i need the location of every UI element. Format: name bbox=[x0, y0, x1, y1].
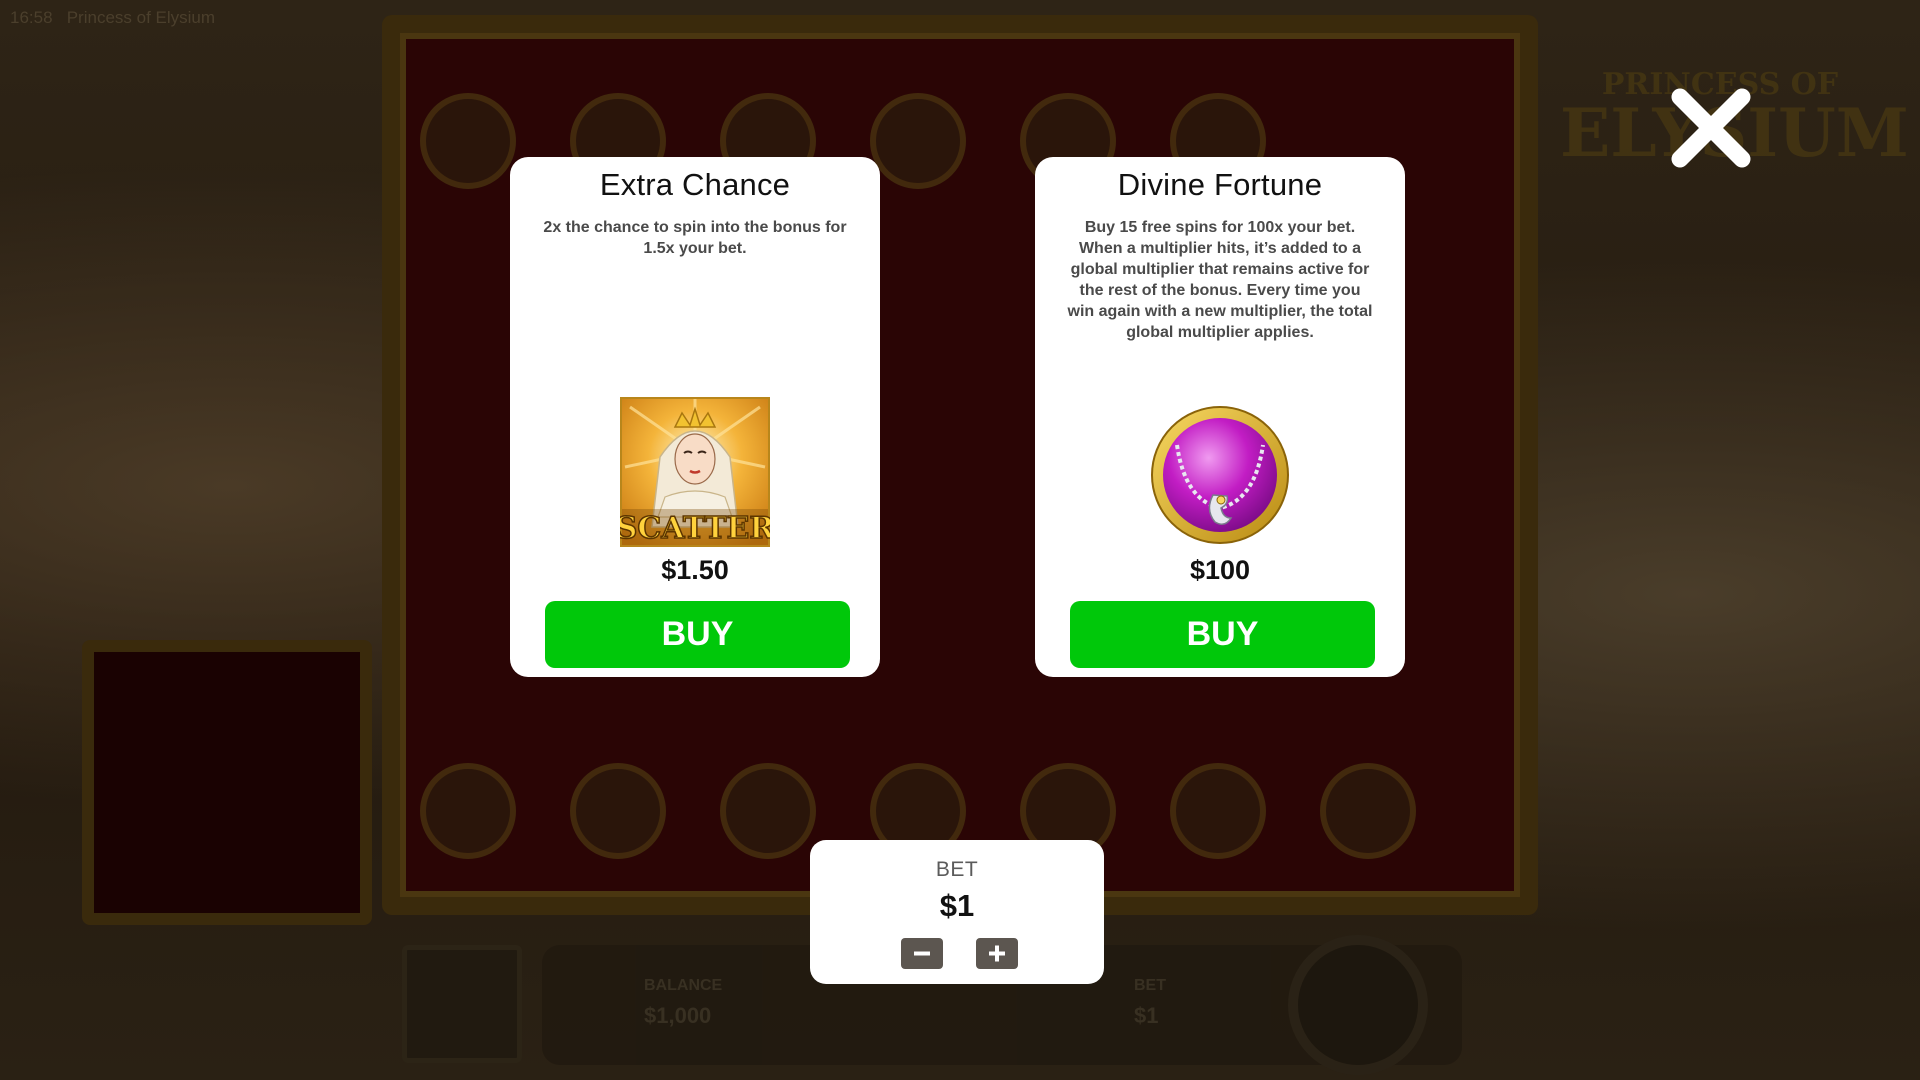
close-button[interactable] bbox=[1668, 85, 1754, 171]
provider-logo-tile bbox=[402, 945, 522, 1063]
card-price: $100 bbox=[1189, 555, 1251, 585]
buy-divine-fortune-button[interactable]: BUY bbox=[1070, 601, 1375, 668]
reel-symbol bbox=[1170, 763, 1266, 859]
bet-panel: BET $1 bbox=[810, 840, 1104, 984]
reel-symbol bbox=[720, 763, 816, 859]
bet-increase-button[interactable] bbox=[976, 938, 1018, 969]
side-panel bbox=[82, 640, 372, 925]
card-title: Divine Fortune bbox=[1117, 167, 1323, 202]
reel-symbol bbox=[420, 93, 516, 189]
status-game-name: Princess of Elysium bbox=[66, 8, 216, 27]
divine-fortune-card: Divine Fortune Buy 15 free spins for 100… bbox=[1035, 157, 1405, 677]
balance-value: $1,000 bbox=[644, 1003, 712, 1028]
extra-chance-card: Extra Chance 2x the chance to spin into … bbox=[510, 157, 880, 677]
plus-icon bbox=[989, 945, 1005, 962]
minus-icon bbox=[914, 951, 930, 956]
bet-label: BET bbox=[935, 858, 979, 881]
reel-symbol bbox=[1320, 763, 1416, 859]
card-title: Extra Chance bbox=[599, 167, 791, 202]
scatter-symbol-image: SCATTER bbox=[615, 397, 776, 547]
bar-bet-value: $1 bbox=[1134, 1003, 1159, 1028]
card-description: 2x the chance to spin into the bonus for… bbox=[543, 219, 847, 257]
balance-label: BALANCE bbox=[644, 977, 723, 994]
card-description: Buy 15 free spins for 100x your bet. Whe… bbox=[1067, 219, 1373, 341]
bet-decrease-button[interactable] bbox=[901, 938, 943, 969]
reel-symbol bbox=[420, 763, 516, 859]
buy-extra-chance-button[interactable]: BUY bbox=[545, 601, 850, 668]
spin-button bbox=[1288, 935, 1428, 1075]
status-time: 16:58 bbox=[10, 8, 53, 27]
reel-symbol bbox=[570, 763, 666, 859]
bet-value: $1 bbox=[939, 888, 975, 923]
close-icon bbox=[1671, 88, 1751, 168]
reel-symbol bbox=[870, 93, 966, 189]
scatter-label: SCATTER bbox=[620, 511, 770, 546]
card-price: $1.50 bbox=[661, 555, 729, 585]
bar-bet-label: BET bbox=[1134, 977, 1166, 994]
amulet-symbol-image bbox=[1145, 400, 1295, 550]
status-line: 16:58 Princess of Elysium bbox=[10, 8, 215, 28]
